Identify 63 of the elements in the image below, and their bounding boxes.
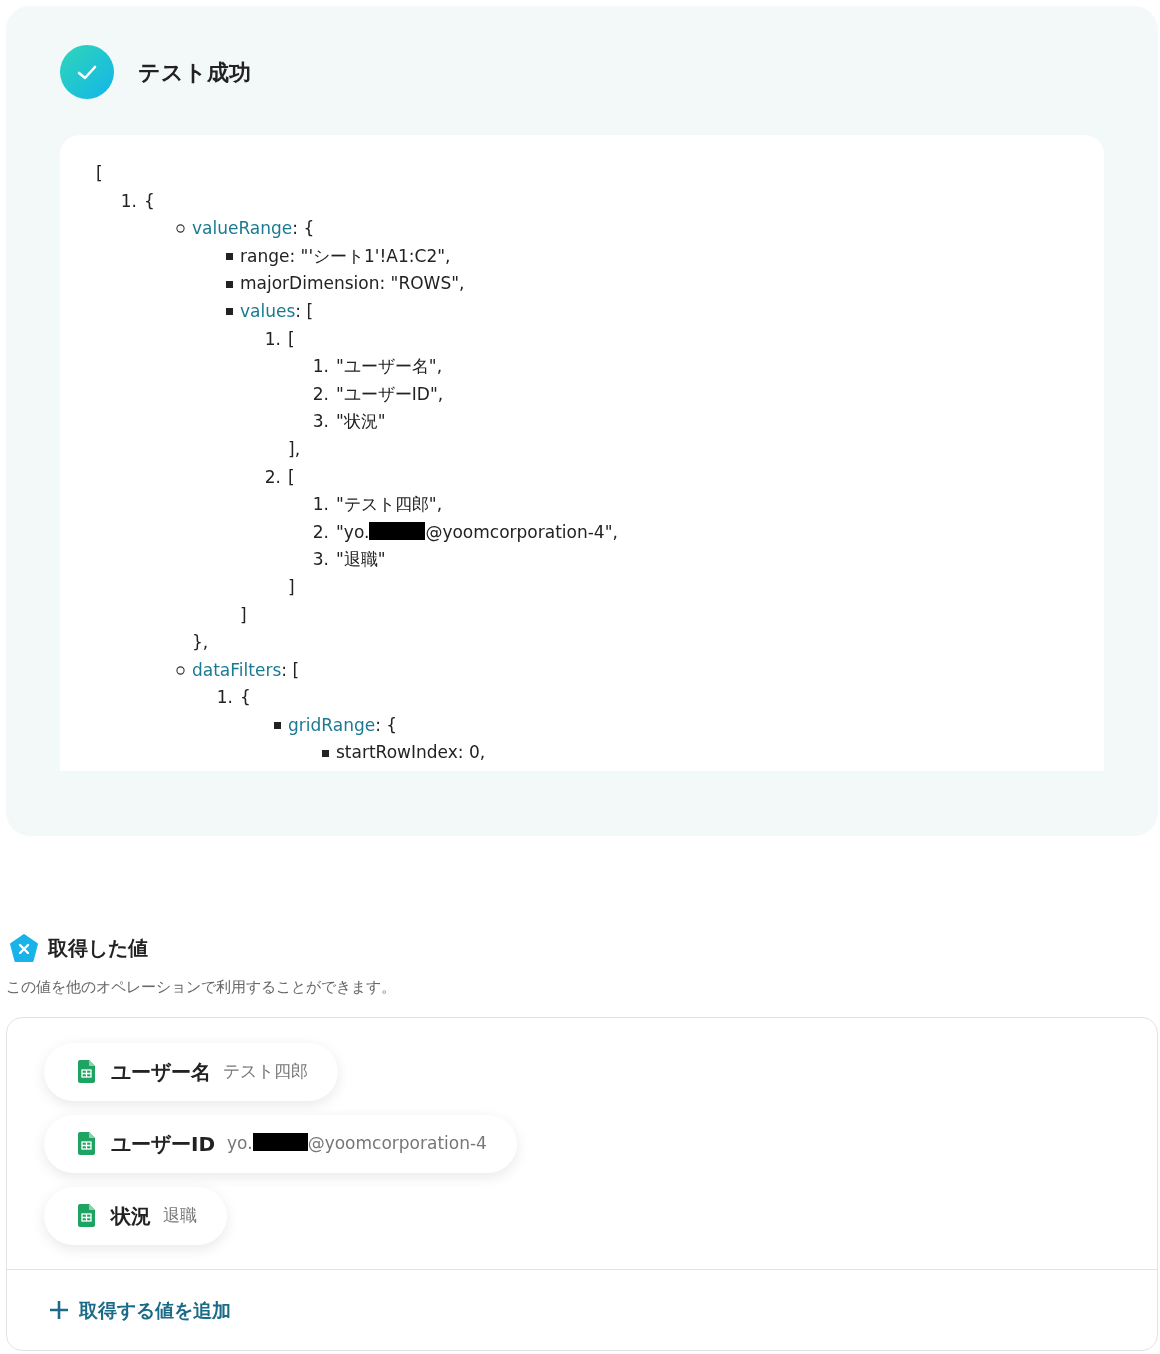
code-line: }, xyxy=(192,631,210,655)
code-line: [ xyxy=(96,162,104,185)
value-label: ユーザー名 xyxy=(111,1058,211,1086)
code-line: "退職" xyxy=(336,548,386,572)
circle-bullet-icon xyxy=(176,224,185,234)
code-key: values xyxy=(240,300,296,321)
list-number: 1. xyxy=(216,686,233,710)
section-description: この値を他のオペレーションで利用することができます。 xyxy=(6,978,397,997)
square-bullet-icon xyxy=(226,280,233,288)
code-line: majorDimension: "ROWS", xyxy=(240,272,465,296)
value-text: @yoomcorporation-4 xyxy=(307,1133,487,1153)
code-line: "ユーザーID", xyxy=(336,382,444,406)
code-key: dataFilters xyxy=(192,659,282,680)
code-text: : [ xyxy=(281,659,299,680)
list-number: 2. xyxy=(264,465,281,489)
list-number: 1. xyxy=(312,493,329,517)
value-text: テスト四郎 xyxy=(223,1060,308,1083)
section-title: 取得した値 xyxy=(48,935,148,962)
square-bullet-icon xyxy=(226,253,233,261)
code-line: [ xyxy=(288,327,296,351)
code-key: gridRange xyxy=(288,714,376,735)
list-number: 1. xyxy=(120,189,137,213)
plus-icon xyxy=(49,1300,69,1320)
code-line: ], xyxy=(288,437,302,461)
result-title: テスト成功 xyxy=(138,58,251,87)
code-line: { xyxy=(240,686,252,710)
code-text: "yo. xyxy=(336,521,370,542)
list-number: 1. xyxy=(312,355,329,379)
code-line: { xyxy=(144,189,156,213)
code-text: @yoomcorporation-4", xyxy=(425,521,618,542)
code-line: "ユーザー名", xyxy=(336,355,443,379)
value-text: yo. xyxy=(227,1133,253,1153)
code-text: : { xyxy=(292,218,315,239)
code-text: : [ xyxy=(295,300,314,321)
square-bullet-icon xyxy=(226,308,233,316)
code-line: ] xyxy=(240,603,248,627)
code-line: "状況" xyxy=(336,410,386,434)
value-label: 状況 xyxy=(111,1202,151,1230)
redaction-bar xyxy=(252,1133,308,1151)
code-text: : { xyxy=(375,714,398,735)
list-number: 3. xyxy=(312,548,329,572)
square-bullet-icon xyxy=(274,722,281,730)
code-line: startRowIndex: 0, xyxy=(336,741,486,765)
add-value-button[interactable]: 取得する値を追加 xyxy=(49,1295,231,1325)
code-key: valueRange xyxy=(192,218,293,239)
list-number: 3. xyxy=(312,410,329,434)
circle-bullet-icon xyxy=(176,666,185,675)
variable-icon xyxy=(9,933,39,963)
code-line: "テスト四郎", xyxy=(336,493,443,517)
value-label: ユーザーID xyxy=(111,1130,216,1158)
list-number: 1. xyxy=(264,327,281,351)
list-number: 2. xyxy=(312,382,329,406)
check-icon xyxy=(60,45,114,99)
square-bullet-icon xyxy=(322,749,329,757)
spreadsheet-icon xyxy=(78,1060,95,1084)
redaction-bar xyxy=(369,521,426,540)
list-number: 2. xyxy=(312,520,329,544)
code-line: range: "'シート1'!A1:C2", xyxy=(240,244,451,268)
spreadsheet-icon xyxy=(78,1204,95,1228)
code-line: ] xyxy=(288,575,296,599)
spreadsheet-icon xyxy=(78,1132,95,1156)
value-text: 退職 xyxy=(163,1204,197,1227)
code-line: [ xyxy=(288,465,296,489)
